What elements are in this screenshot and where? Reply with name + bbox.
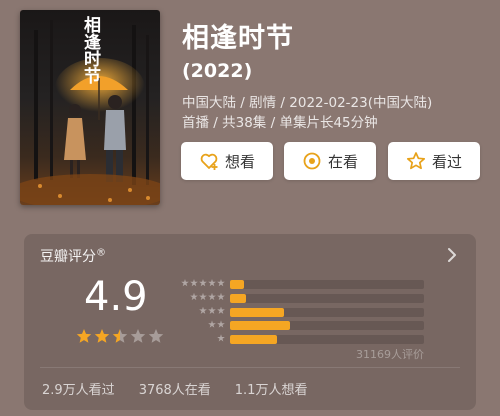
movie-meta: 中国大陆 / 剧情 / 2022-02-23(中国大陆) 首播 / 共38集 /… xyxy=(182,93,482,133)
distribution-star-icons xyxy=(217,334,225,344)
distribution-star-icons xyxy=(199,306,225,317)
distribution-star-icons xyxy=(190,292,225,303)
rating-distribution xyxy=(174,279,434,348)
distribution-row xyxy=(174,292,434,305)
rating-label-text: 豆瓣评分 xyxy=(40,249,96,265)
small-star-icon xyxy=(217,320,225,328)
watching-label: 在看 xyxy=(327,152,358,171)
score-star-icon xyxy=(94,329,110,343)
score-star-icon xyxy=(112,329,128,343)
small-star-icon xyxy=(217,306,225,314)
movie-poster[interactable]: 相逢时节 xyxy=(20,10,160,205)
score-stars xyxy=(76,328,164,344)
want-to-watch-button[interactable]: 想看 xyxy=(181,142,273,180)
want-count[interactable]: 1.1万人想看 xyxy=(235,379,308,398)
movie-title: 相逢时节 xyxy=(182,23,294,54)
distribution-star-icons xyxy=(181,279,225,289)
small-star-icon xyxy=(217,292,225,301)
movie-year: (2022) xyxy=(182,60,253,82)
small-star-icon xyxy=(217,334,225,342)
small-star-icon xyxy=(208,292,216,301)
small-star-icon xyxy=(208,306,216,314)
score-star-icon xyxy=(130,329,146,343)
distribution-row xyxy=(174,279,434,291)
distribution-track xyxy=(230,321,424,331)
want-to-watch-label: 想看 xyxy=(224,152,255,171)
vote-count: 31169人评价 xyxy=(356,348,424,361)
distribution-star-icons xyxy=(208,320,225,330)
heart-plus-icon xyxy=(199,151,219,171)
distribution-bar xyxy=(230,293,246,303)
watched-label: 看过 xyxy=(431,152,462,171)
divider xyxy=(40,367,460,368)
score-star-icon xyxy=(76,329,92,343)
small-star-icon xyxy=(208,320,216,328)
distribution-bar xyxy=(230,307,285,317)
small-star-icon xyxy=(190,292,198,301)
small-star-icon xyxy=(217,279,225,287)
distribution-bar xyxy=(230,280,244,289)
small-star-icon xyxy=(208,279,216,287)
poster-title-text: 相逢时节 xyxy=(80,16,100,84)
small-star-icon xyxy=(190,279,198,287)
rating-score: 4.9 xyxy=(84,274,148,320)
star-outline-icon xyxy=(406,151,426,171)
distribution-track xyxy=(230,293,424,303)
small-star-icon xyxy=(199,279,207,287)
distribution-track xyxy=(230,307,424,317)
distribution-track xyxy=(230,280,424,289)
watching-button[interactable]: 在看 xyxy=(284,142,376,180)
watched-button[interactable]: 看过 xyxy=(388,142,480,180)
target-circle-icon xyxy=(302,151,322,171)
small-star-icon xyxy=(199,292,207,301)
distribution-row xyxy=(174,306,434,319)
distribution-track xyxy=(230,335,424,345)
meta-line-2: 首播 / 共38集 / 单集片长45分钟 xyxy=(182,115,378,131)
distribution-bar xyxy=(230,335,277,345)
score-star-icon xyxy=(148,329,164,343)
distribution-row xyxy=(174,320,434,332)
small-star-icon xyxy=(181,279,189,287)
watching-count[interactable]: 3768人在看 xyxy=(139,379,211,398)
distribution-row xyxy=(174,334,434,346)
audience-stats: 2.9万人看过 3768人在看 1.1万人想看 xyxy=(42,379,307,398)
meta-line-1: 中国大陆 / 剧情 / 2022-02-23(中国大陆) xyxy=(182,95,433,111)
watched-count[interactable]: 2.9万人看过 xyxy=(42,379,115,398)
rating-label: 豆瓣评分® xyxy=(40,246,106,266)
registered-mark: ® xyxy=(96,247,106,259)
rating-card[interactable]: 豆瓣评分® 4.9 31169人评价 2.9万人看过 3768人在看 1.1万人… xyxy=(24,234,476,410)
distribution-bar xyxy=(230,321,291,331)
small-star-icon xyxy=(199,306,207,314)
chevron-right-icon[interactable] xyxy=(446,247,458,263)
